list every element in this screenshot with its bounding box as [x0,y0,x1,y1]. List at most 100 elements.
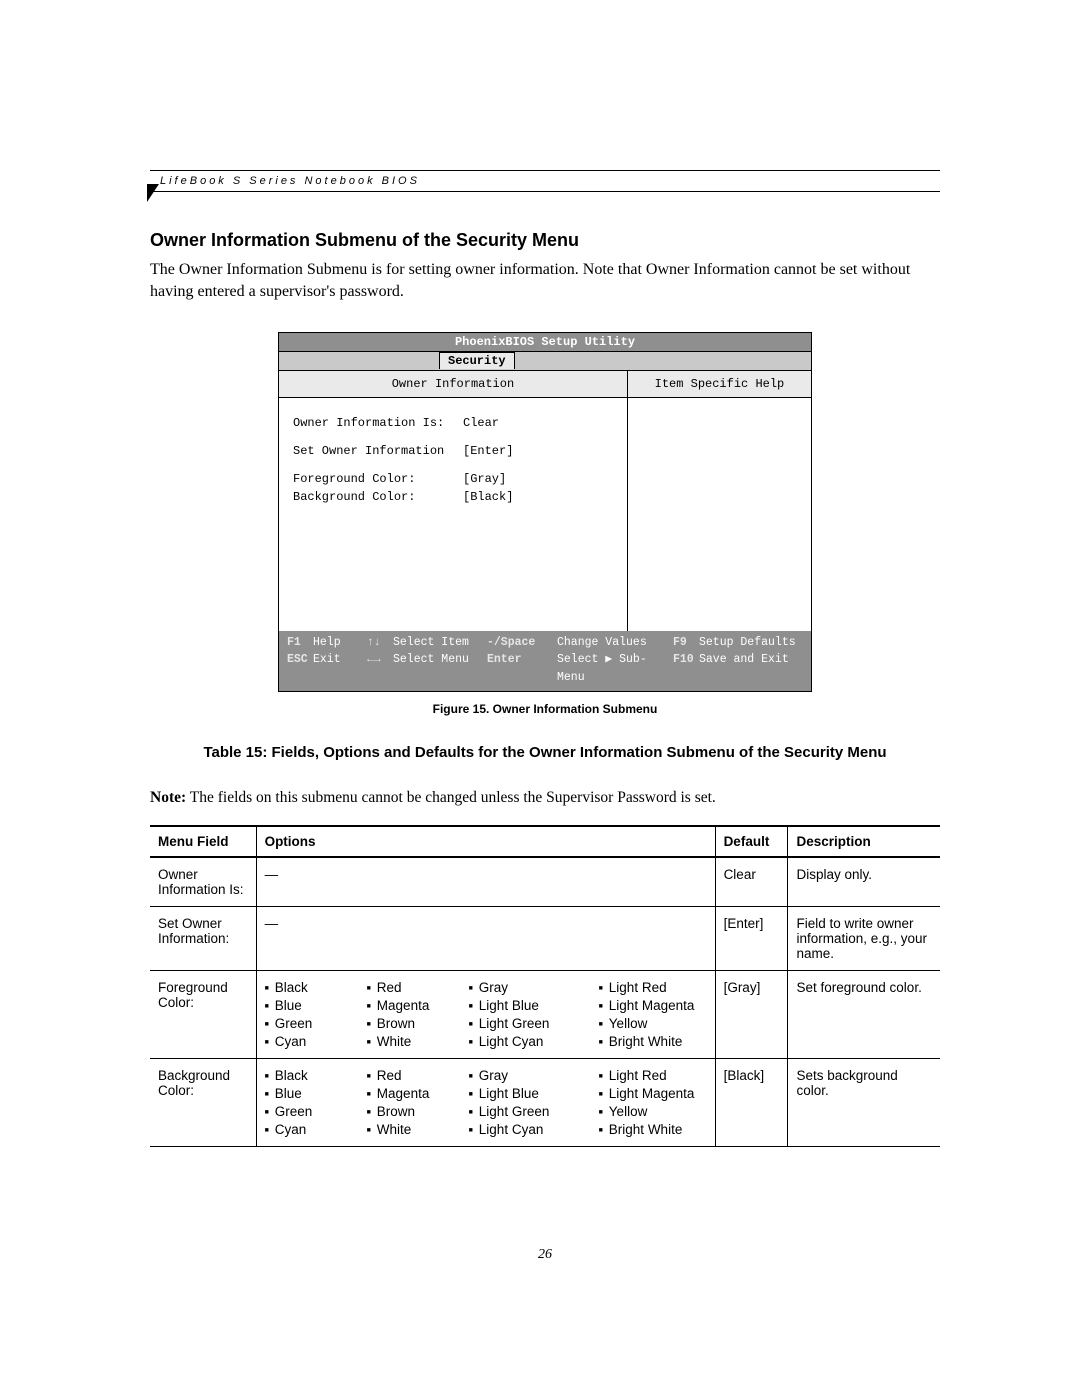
fields-table: Menu Field Options Default Description O… [150,825,940,1147]
opt-item: Green [265,1104,345,1119]
cell-default: [Gray] [715,970,788,1058]
cell-menu: Background Color: [150,1058,256,1146]
opt-item: Cyan [265,1122,345,1137]
opt-item: Red [367,1068,447,1083]
table-row: Set Owner Information: — [Enter] Field t… [150,906,940,970]
cell-options: Black Blue Green Cyan Red Magenta Brown … [256,970,715,1058]
bios-row: Background Color: [Black] [293,490,613,504]
bios-hint-select-submenu: Select ▶ Sub-Menu [557,651,673,686]
cell-description: Display only. [788,857,940,907]
figure-caption: Figure 15. Owner Information Submenu [150,702,940,716]
opt-item: Magenta [367,1086,447,1101]
cell-default: Clear [715,857,788,907]
bios-key-f9: F9 [673,634,699,651]
bios-title: PhoenixBIOS Setup Utility [279,333,811,352]
bios-row: Owner Information Is: Clear [293,416,613,430]
bios-help-title: Item Specific Help [628,371,811,398]
bios-key-leftright: ←→ [367,651,393,668]
bios-footer: F1Help ↑↓Select Item -/Space Change Valu… [279,631,811,691]
opt-item: Light Blue [469,998,577,1013]
opt-item: Gray [469,980,577,995]
bios-screenshot: PhoenixBIOS Setup Utility Security Owner… [278,332,812,692]
bios-hint-setup-defaults: Setup Defaults [699,636,796,649]
note-paragraph: Note: The fields on this submenu cannot … [150,789,940,807]
running-head: LifeBook S Series Notebook BIOS [150,170,940,192]
opt-item: Yellow [599,1104,707,1119]
bios-field-label: Owner Information Is: [293,416,463,430]
bios-field-label: Foreground Color: [293,472,463,486]
section-title: Owner Information Submenu of the Securit… [150,230,940,251]
opt-item: Blue [265,1086,345,1101]
opt-item: Red [367,980,447,995]
opt-item: Light Red [599,1068,707,1083]
opt-item: Light Cyan [469,1122,577,1137]
opt-item: Gray [469,1068,577,1083]
cell-menu: Owner Information Is: [150,857,256,907]
cell-options: — [256,906,715,970]
cell-menu: Set Owner Information: [150,906,256,970]
bios-hint-select-menu: Select Menu [393,653,469,666]
bios-hint-help: Help [313,636,341,649]
cell-description: Set foreground color. [788,970,940,1058]
opt-item: Light Magenta [599,1086,707,1101]
cell-default: [Enter] [715,906,788,970]
th-menu-field: Menu Field [150,826,256,857]
opt-item: Bright White [599,1034,707,1049]
opt-item: Light Cyan [469,1034,577,1049]
table-row: Foreground Color: Black Blue Green Cyan … [150,970,940,1058]
bios-hint-save-exit: Save and Exit [699,653,789,666]
opt-item: Magenta [367,998,447,1013]
opt-item: Light Green [469,1016,577,1031]
opt-item: Light Blue [469,1086,577,1101]
cell-menu: Foreground Color: [150,970,256,1058]
opt-item: Yellow [599,1016,707,1031]
bios-field-label: Background Color: [293,490,463,504]
bios-key-updown: ↑↓ [367,634,393,651]
opt-item: Bright White [599,1122,707,1137]
th-default: Default [715,826,788,857]
th-description: Description [788,826,940,857]
bios-field-label: Set Owner Information [293,444,463,458]
opt-item: White [367,1122,447,1137]
bios-tab-security: Security [439,352,515,369]
opt-item: Light Green [469,1104,577,1119]
bios-field-value: [Black] [463,490,513,504]
opt-item: Cyan [265,1034,345,1049]
opt-item: Black [265,980,345,995]
cell-description: Field to write owner information, e.g., … [788,906,940,970]
bios-panel-title: Owner Information [279,371,627,398]
opt-item: Brown [367,1016,447,1031]
bios-hint-select-item: Select Item [393,636,469,649]
bios-field-value: Clear [463,416,499,430]
opt-item: Blue [265,998,345,1013]
bios-key-f10: F10 [673,651,699,668]
bios-key-enter: Enter [487,651,557,686]
cell-options: — [256,857,715,907]
bios-key-esc: ESC [287,651,313,668]
table-row: Background Color: Black Blue Green Cyan … [150,1058,940,1146]
opt-item: Brown [367,1104,447,1119]
note-text: The fields on this submenu cannot be cha… [186,789,716,806]
opt-item: Green [265,1016,345,1031]
corner-mark [147,184,159,202]
bios-field-value: [Gray] [463,472,506,486]
bios-row: Set Owner Information [Enter] [293,444,613,458]
bios-key-space: -/Space [487,634,557,651]
bios-row: Foreground Color: [Gray] [293,472,613,486]
intro-paragraph: The Owner Information Submenu is for set… [150,259,940,302]
cell-options: Black Blue Green Cyan Red Magenta Brown … [256,1058,715,1146]
bios-field-value: [Enter] [463,444,513,458]
note-label: Note: [150,789,186,806]
bios-tabbar: Security [279,352,811,371]
th-options: Options [256,826,715,857]
cell-description: Sets background color. [788,1058,940,1146]
bios-key-f1: F1 [287,634,313,651]
cell-default: [Black] [715,1058,788,1146]
bios-hint-change-values: Change Values [557,634,673,651]
table-caption: Table 15: Fields, Options and Defaults f… [150,744,940,761]
bios-hint-exit: Exit [313,653,341,666]
table-row: Owner Information Is: — Clear Display on… [150,857,940,907]
opt-item: Light Red [599,980,707,995]
opt-item: White [367,1034,447,1049]
opt-item: Light Magenta [599,998,707,1013]
